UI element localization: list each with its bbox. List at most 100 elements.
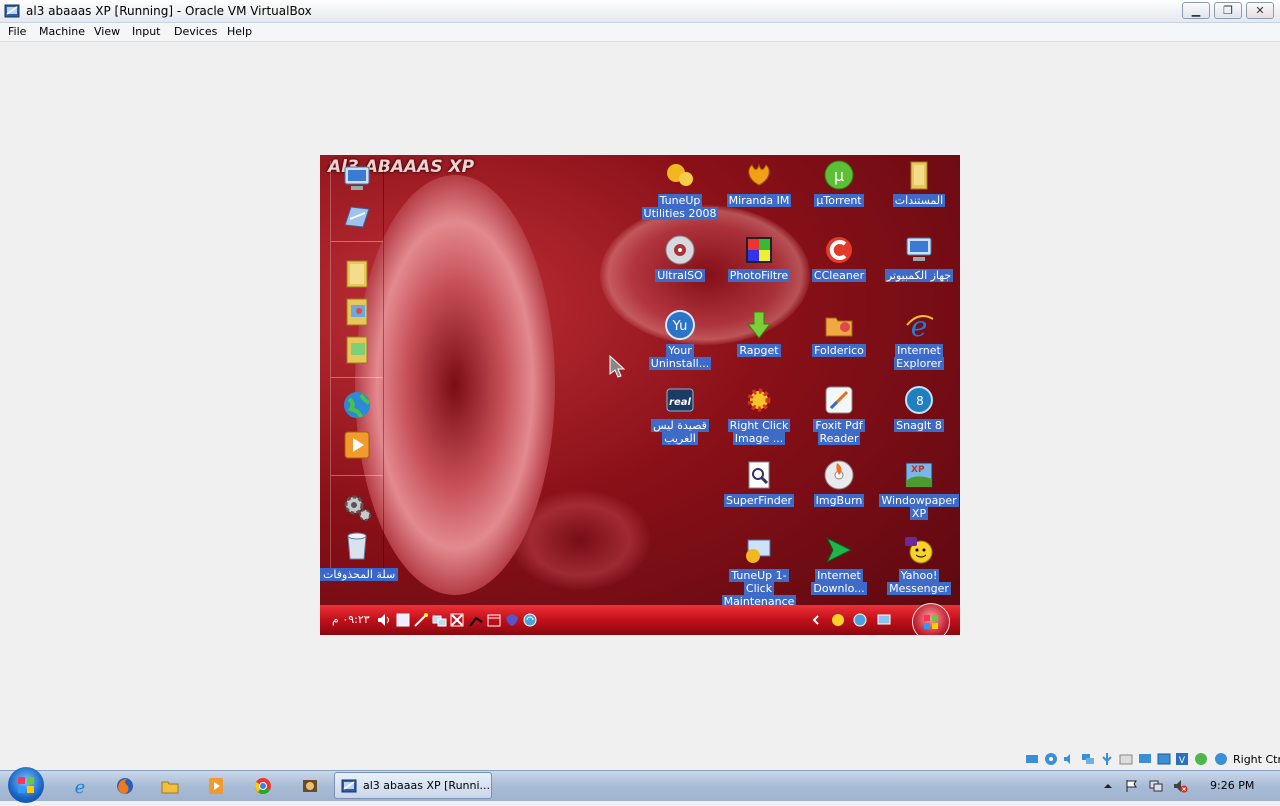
action-center-flag-icon[interactable] <box>1124 778 1140 794</box>
desktop-icon-right-click-image[interactable]: Right Click Image ... <box>719 382 799 456</box>
menu-view[interactable]: View <box>94 25 120 38</box>
desktop-icon-label: µTorrent <box>814 194 864 207</box>
taskbar-virtualbox-task[interactable]: al3 abaaas XP [Runni... <box>334 772 492 799</box>
media-player-icon[interactable] <box>341 429 373 461</box>
menu-file[interactable]: File <box>8 25 26 38</box>
tray-pen-icon[interactable] <box>468 612 484 628</box>
tray-network-icon[interactable] <box>431 612 447 628</box>
display-status-icon[interactable] <box>1138 752 1152 766</box>
desktop-icon-ccleaner[interactable]: CCleaner <box>799 232 879 306</box>
desktop-icon-yahoo-messenger[interactable]: Yahoo! Messenger <box>879 532 959 606</box>
desktop-icon-label: ImgBurn <box>813 494 865 507</box>
volume-muted-icon[interactable] <box>1172 778 1188 794</box>
recycle-bin-label[interactable]: سلة المحذوفات <box>320 568 399 581</box>
desktop-icon-utorrent[interactable]: µ µTorrent <box>799 157 879 231</box>
desktop-icon-superfinder[interactable]: SuperFinder <box>719 457 799 531</box>
folder-icon[interactable] <box>341 257 373 289</box>
realplayer-icon: real <box>666 388 694 412</box>
desktop-icon-tuneup-utilities[interactable]: TuneUp Utilities 2008 <box>640 157 720 231</box>
keyboard-capture-status-icon[interactable] <box>1214 752 1228 766</box>
desktop-icon-folderico[interactable]: Folderico <box>799 307 879 381</box>
desktop-icon-windowpaper-xp[interactable]: XP Windowpaper XP <box>879 457 959 531</box>
tray-window-icon[interactable] <box>395 612 411 628</box>
tray-messenger-icon[interactable] <box>830 612 846 628</box>
minimize-button[interactable]: ▁ <box>1182 2 1210 19</box>
mouse-integration-status-icon[interactable] <box>1194 752 1208 766</box>
system-clock[interactable]: 9:26 PM <box>1210 779 1254 792</box>
ccleaner-icon <box>826 237 852 263</box>
hard-disk-status-icon[interactable] <box>1025 752 1039 766</box>
network-tray-icon[interactable] <box>1148 778 1164 794</box>
tray-update-icon[interactable] <box>852 612 868 628</box>
show-hidden-icons-icon[interactable] <box>1100 778 1116 794</box>
music-folder-icon[interactable] <box>341 333 373 365</box>
menu-input[interactable]: Input <box>132 25 160 38</box>
desktop-icon-tuneup-maintenance[interactable]: TuneUp 1-Click Maintenance <box>719 532 799 608</box>
settings-gear-icon[interactable] <box>341 491 373 523</box>
game-app-icon[interactable] <box>300 776 320 796</box>
host-taskbar: e al3 abaaas XP [Runni... 9:26 PM <box>0 767 1280 803</box>
rapget-icon <box>746 311 772 339</box>
chrome-icon[interactable] <box>253 776 273 796</box>
desktop-icon-ultraiso[interactable]: UltraISO <box>640 232 720 306</box>
tray-sync-icon[interactable] <box>522 612 538 628</box>
pictures-folder-icon[interactable] <box>341 295 373 327</box>
desktop-icon-label: SnagIt 8 <box>894 419 944 432</box>
desktop-icon-label: TuneUp Utilities 2008 <box>641 194 719 220</box>
windows-explorer-icon[interactable] <box>160 776 180 796</box>
audio-status-icon[interactable] <box>1062 752 1076 766</box>
desktop-icon-internet-explorer[interactable]: e Internet Explorer <box>879 307 959 381</box>
desktop-icon-snagit[interactable]: 8 SnagIt 8 <box>879 382 959 456</box>
window-title-bar[interactable]: al3 abaaas XP [Running] - Oracle VM Virt… <box>0 0 1280 23</box>
tray-wand-icon[interactable] <box>413 612 429 628</box>
tray-shield-icon[interactable] <box>504 612 520 628</box>
desktop-icon-internet-download-manager[interactable]: Internet Downlo... <box>799 532 879 606</box>
desktop-icon-my-computer[interactable]: جهاز الكمبيوتر <box>879 232 959 306</box>
internet-download-manager-icon <box>825 536 853 564</box>
virtualization-status-icon[interactable]: V <box>1175 752 1189 766</box>
recycle-bin-icon[interactable] <box>341 529 373 561</box>
virtualbox-status-bar: V Right Ctrl <box>1020 750 1280 768</box>
globe-icon[interactable] <box>341 389 373 421</box>
menu-devices[interactable]: Devices <box>174 25 217 38</box>
computer-icon[interactable] <box>341 163 373 195</box>
dock-separator <box>331 241 383 242</box>
internet-explorer-icon[interactable]: e <box>70 776 90 796</box>
tray-calendar-icon[interactable] <box>486 612 502 628</box>
guest-start-button[interactable] <box>912 603 950 635</box>
menu-machine[interactable]: Machine <box>39 25 85 38</box>
menu-help[interactable]: Help <box>227 25 252 38</box>
desktop-icon-imgburn[interactable]: ImgBurn <box>799 457 879 531</box>
volume-icon[interactable] <box>376 612 392 628</box>
tray-display-icon[interactable] <box>876 612 892 628</box>
desktop-icon-photofiltre[interactable]: PhotoFiltre <box>719 232 799 306</box>
tray-alert-icon[interactable] <box>449 612 465 628</box>
start-button[interactable] <box>8 767 44 803</box>
desktop-icon-documents[interactable]: المستندات <box>879 157 959 231</box>
firefox-icon[interactable] <box>115 776 135 796</box>
guest-clock: ٠٩:٢٣ م <box>332 613 370 626</box>
desktop-icon-your-uninstaller[interactable]: Yu Your Uninstall... <box>640 307 720 381</box>
desktop-icon-label: SuperFinder <box>723 494 795 507</box>
media-player-icon[interactable] <box>206 776 226 796</box>
vm-screen[interactable]: Al3 ABAAAS XP سلة المحذوفات TuneUp Utili… <box>320 155 960 635</box>
virtualbox-icon <box>341 779 357 793</box>
tray-chevron-icon[interactable] <box>808 612 824 628</box>
desktop-icon-foxit-reader[interactable]: Foxit Pdf Reader <box>799 382 879 456</box>
network-status-icon[interactable] <box>1081 752 1095 766</box>
utorrent-icon: µ <box>824 160 854 190</box>
ultraiso-icon <box>665 235 695 265</box>
desktop-icon-miranda-im[interactable]: Miranda IM <box>719 157 799 231</box>
your-uninstaller-icon: Yu <box>665 310 695 340</box>
guest-taskbar: ٠٩:٢٣ م <box>320 603 960 635</box>
video-capture-status-icon[interactable] <box>1157 752 1171 766</box>
close-button[interactable]: ✕ <box>1246 2 1274 19</box>
usb-status-icon[interactable] <box>1100 752 1114 766</box>
network-icon[interactable] <box>341 201 373 233</box>
optical-drive-status-icon[interactable] <box>1044 752 1058 766</box>
maximize-button[interactable]: ❐ <box>1214 2 1242 19</box>
desktop-icon-label: Your Uninstall... <box>648 344 712 370</box>
desktop-icon-rapget[interactable]: Rapget <box>719 307 799 381</box>
desktop-icon-realplayer-file[interactable]: real قصيدة ليس الغريب <box>640 382 720 456</box>
shared-folder-status-icon[interactable] <box>1119 752 1133 766</box>
